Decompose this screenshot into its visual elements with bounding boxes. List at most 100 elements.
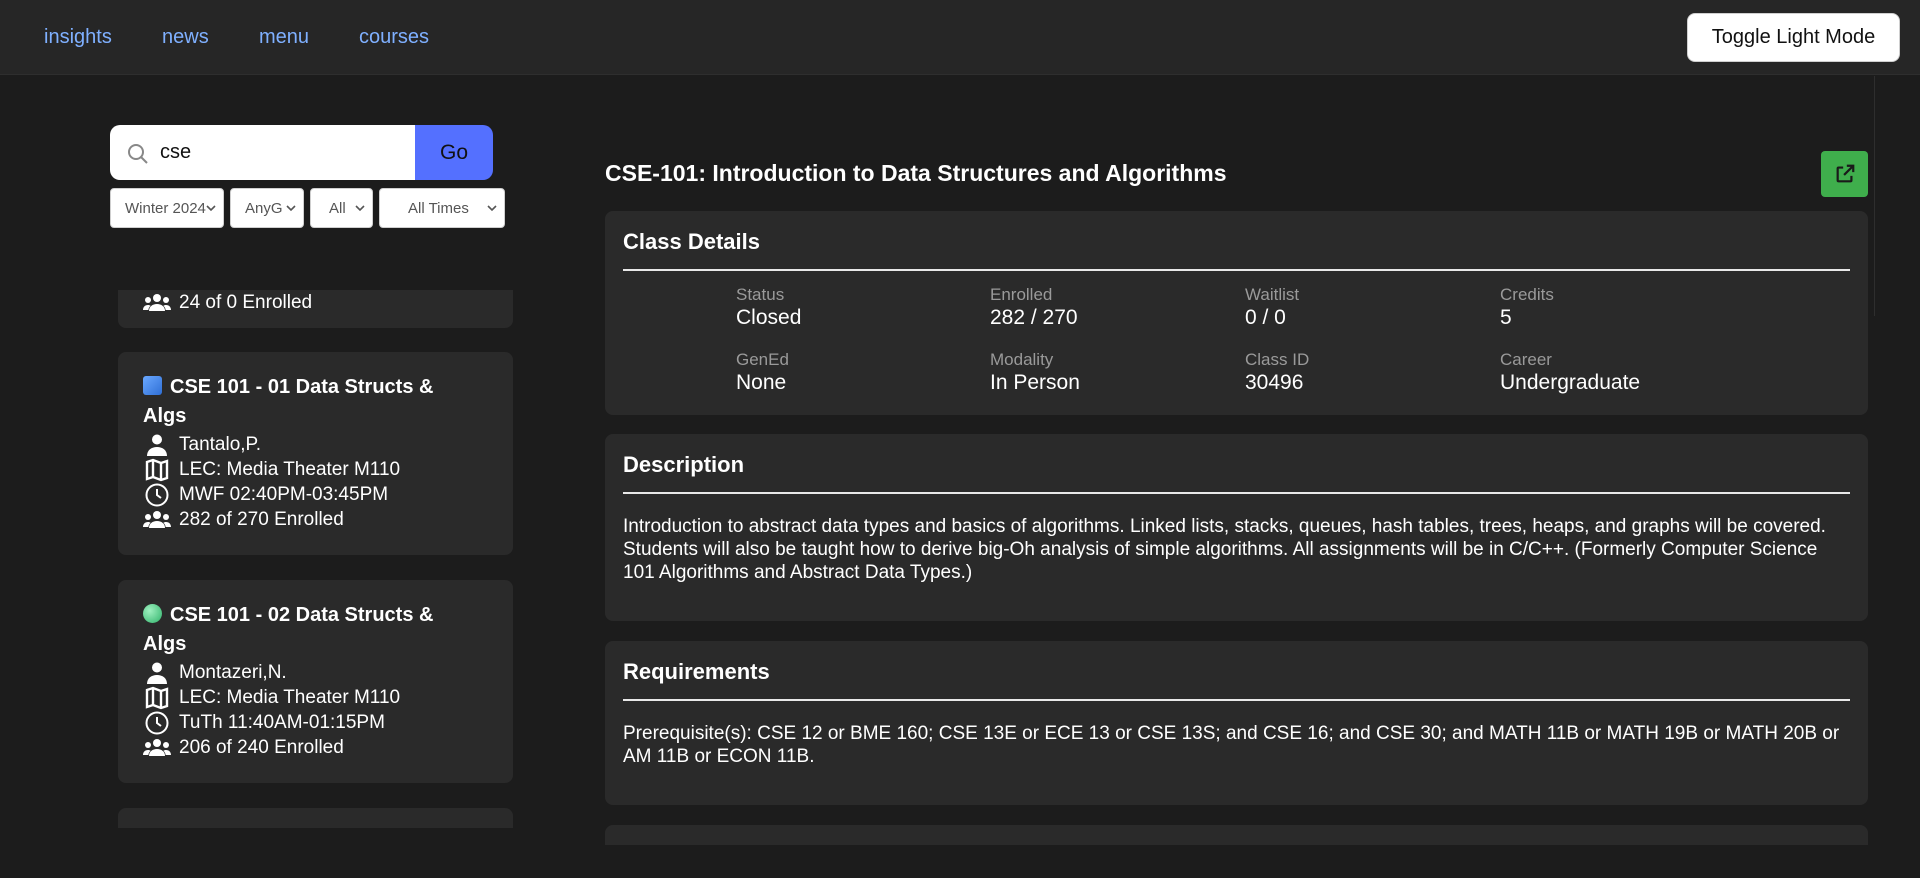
time-select[interactable]: All Times [379,188,505,228]
gened-select[interactable]: AnyGE [230,188,304,228]
card-time: MWF 02:40PM-03:45PM [179,483,389,505]
card-enrolled-row: 206 of 240 Enrolled [143,735,344,760]
stat-label: Modality [990,350,1054,369]
divider [623,699,1850,701]
stat-label: Status [736,285,785,304]
requirements-heading: Requirements [623,659,770,684]
search-icon [128,144,148,164]
chevron-down-icon [286,205,296,212]
stat-label: GenEd [736,350,789,369]
nav-link-menu[interactable]: menu [259,26,309,49]
map-icon [145,686,169,709]
nav-link-insights[interactable]: insights [44,26,112,49]
blue-square-status-icon [143,376,162,395]
stat-career: Career Undergraduate [1500,350,1640,396]
users-icon [143,510,171,528]
description-panel: Description Introduction to abstract dat… [605,434,1868,621]
card-time-row: MWF 02:40PM-03:45PM [143,482,388,507]
card-enrolled: 24 of 0 Enrolled [179,291,313,313]
card-enrolled: 282 of 270 Enrolled [179,508,344,530]
stat-status: Status Closed [736,285,801,331]
card-location: LEC: Media Theater M110 [179,458,401,480]
stat-value: In Person [990,371,1080,394]
stat-label: Credits [1500,285,1554,304]
stat-label: Enrolled [990,285,1053,304]
card-title-text: CSE 101 - 01 Data Structs & Algs [143,376,434,427]
stat-value: 5 [1500,306,1512,329]
chevron-down-icon [206,205,216,212]
card-location: LEC: Media Theater M110 [179,686,401,708]
nav-link-courses[interactable]: courses [359,26,429,49]
stat-modality: Modality In Person [990,350,1080,396]
course-card[interactable]: CSE 101 - 02 Data Structs & Algs Montaze… [118,580,513,783]
divider [1874,76,1875,316]
card-location-row: LEC: Media Theater M110 [143,457,400,482]
course-card[interactable] [118,808,513,828]
search-input[interactable] [160,135,400,169]
toggle-light-mode-button[interactable]: Toggle Light Mode [1687,13,1900,62]
requirements-panel: Requirements Prerequisite(s): CSE 12 or … [605,641,1868,805]
go-button[interactable]: Go [415,125,493,180]
card-enrolled-row: 282 of 270 Enrolled [143,507,344,532]
divider [623,492,1850,494]
description-heading: Description [623,452,745,477]
course-list[interactable]: 24 of 0 Enrolled CSE 101 - 01 Data Struc… [110,290,530,828]
card-enrolled-row: 24 of 0 Enrolled [143,290,312,315]
stat-class-id: Class ID 30496 [1245,350,1309,396]
nav-link-news[interactable]: news [162,26,209,49]
stat-waitlist: Waitlist 0 / 0 [1245,285,1299,331]
users-icon [143,738,171,756]
stat-value: 282 / 270 [990,306,1078,329]
clock-icon [145,711,169,734]
top-nav: insights news menu courses Toggle Light … [0,0,1920,75]
users-icon [143,293,171,311]
card-instructor: Montazeri,N. [179,661,287,683]
card-enrolled: 206 of 240 Enrolled [179,736,344,758]
term-select-value: Winter 2024 [125,199,206,217]
chevron-down-icon [355,205,365,212]
person-icon [147,434,167,456]
modality-select[interactable]: All [310,188,373,228]
stat-value: Closed [736,306,802,329]
card-instructor: Tantalo,P. [179,433,262,455]
card-title: CSE 101 - 02 Data Structs & Algs [143,601,473,659]
next-panel [605,825,1868,845]
stat-value: Undergraduate [1500,371,1641,394]
stat-label: Waitlist [1245,285,1300,304]
card-instructor-row: Montazeri,N. [143,660,287,685]
stat-gened: GenEd None [736,350,789,396]
term-select[interactable]: Winter 2024 [110,188,224,228]
card-time: TuTh 11:40AM-01:15PM [179,711,385,733]
stat-value: None [736,371,787,394]
stat-enrolled: Enrolled 282 / 270 [990,285,1078,331]
card-location-row: LEC: Media Theater M110 [143,685,400,710]
card-title: CSE 101 - 01 Data Structs & Algs [143,373,473,431]
divider [623,269,1850,271]
requirements-text: Prerequisite(s): CSE 12 or BME 160; CSE … [623,723,1840,767]
course-card[interactable]: 24 of 0 Enrolled [118,290,513,328]
open-external-button[interactable] [1821,151,1868,197]
class-details-heading: Class Details [623,229,760,254]
stat-value: 30496 [1245,371,1304,394]
clock-icon [145,483,169,506]
class-details-panel: Class Details Status Closed Enrolled 282… [605,211,1868,415]
course-card[interactable]: CSE 101 - 01 Data Structs & Algs Tantalo… [118,352,513,555]
green-circle-status-icon [143,604,162,623]
course-title: CSE-101: Introduction to Data Structures… [605,160,1227,186]
person-icon [147,662,167,684]
gened-select-value: AnyGE [245,199,283,217]
stat-credits: Credits 5 [1500,285,1554,331]
time-select-value: All Times [408,199,469,217]
chevron-down-icon [487,205,497,212]
description-text: Introduction to abstract data types and … [623,516,1826,583]
search-box [110,125,415,180]
external-link-icon [1836,164,1854,183]
stat-label: Class ID [1245,350,1310,369]
modality-select-value: All [329,199,346,217]
card-instructor-row: Tantalo,P. [143,432,261,457]
card-title-text: CSE 101 - 02 Data Structs & Algs [143,604,434,655]
stat-label: Career [1500,350,1552,369]
map-icon [145,458,169,481]
card-time-row: TuTh 11:40AM-01:15PM [143,710,385,735]
stat-value: 0 / 0 [1245,306,1286,329]
